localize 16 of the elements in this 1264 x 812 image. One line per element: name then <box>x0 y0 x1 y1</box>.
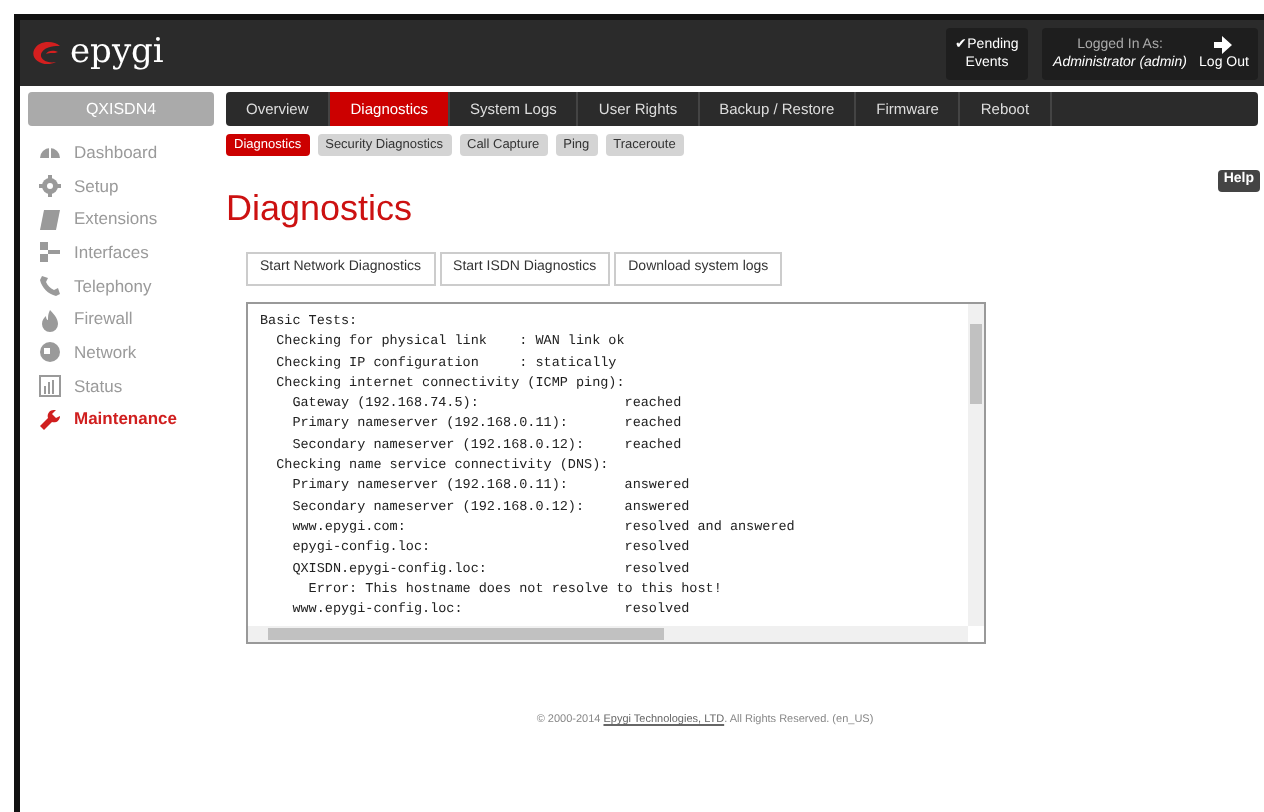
phone-icon <box>38 274 62 299</box>
sidebar-item[interactable]: Maintenance <box>38 403 214 437</box>
horizontal-scrollbar[interactable] <box>248 626 968 642</box>
book-icon <box>38 207 62 232</box>
logo-swirl-icon <box>32 40 64 66</box>
wrench-icon <box>38 407 62 432</box>
logout-icon <box>1214 35 1234 53</box>
device-name: QXISDN4 <box>28 92 214 126</box>
page-title: Diagnostics <box>226 188 415 228</box>
bar-chart-icon <box>38 374 62 399</box>
gear-icon <box>38 174 62 199</box>
vertical-scrollbar[interactable] <box>968 304 984 626</box>
logo-text: epygi <box>70 36 164 70</box>
network-nodes-icon <box>38 240 62 265</box>
flame-icon <box>38 307 62 332</box>
globe-icon <box>38 340 62 365</box>
